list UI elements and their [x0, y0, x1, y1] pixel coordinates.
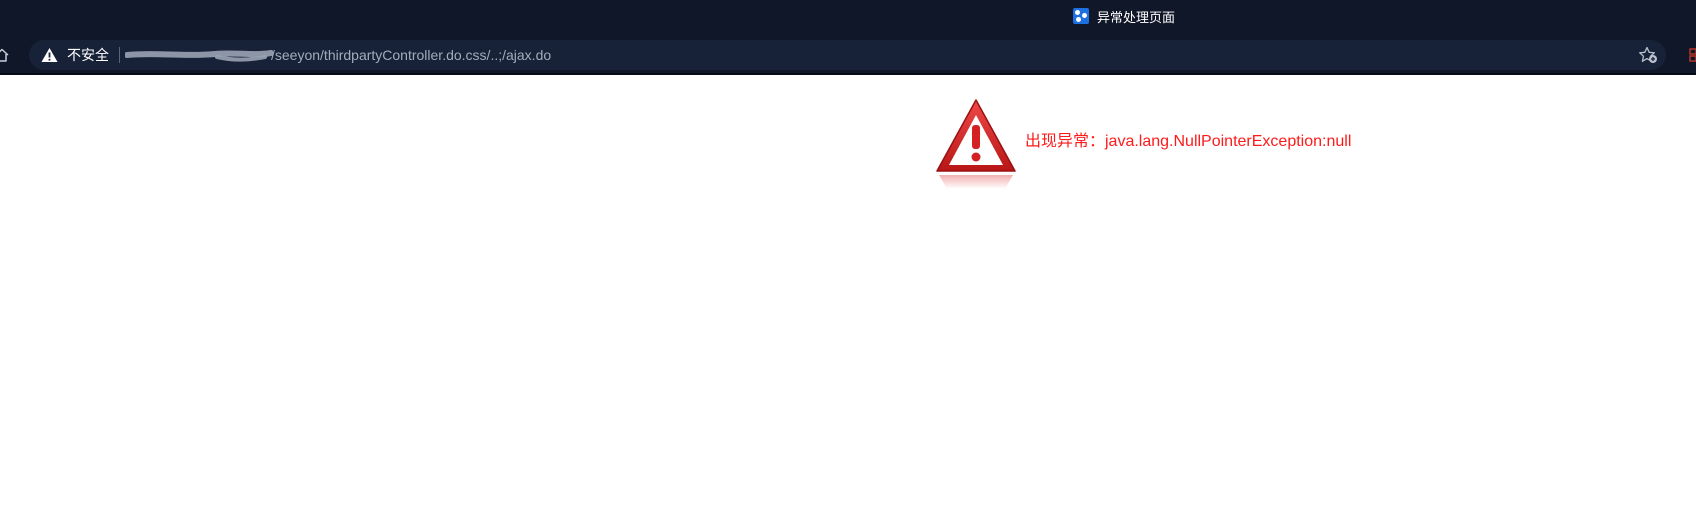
bookmark-star-add-icon[interactable] [1638, 46, 1658, 64]
security-label[interactable]: 不安全 [67, 47, 109, 63]
error-panel: 出现异常：java.lang.NullPointerException:null [935, 97, 1405, 192]
browser-title-bar: 异常处理页面 [0, 0, 1696, 39]
error-warning-triangle-icon [936, 99, 1016, 189]
warning-triangle-icon[interactable] [41, 47, 58, 63]
address-bar[interactable]: 不安全 /seeyon/thirdpartyController.do.css/… [29, 40, 1666, 70]
home-icon[interactable] [0, 47, 10, 63]
app-favicon-icon [1073, 8, 1089, 24]
redacted-host-scribble [125, 50, 273, 62]
url-divider [119, 47, 120, 63]
tab-title: 异常处理页面 [1097, 9, 1176, 25]
browser-toolbar: 不安全 /seeyon/thirdpartyController.do.css/… [0, 39, 1696, 75]
url-path[interactable]: /seeyon/thirdpartyController.do.css/..;/… [271, 47, 551, 63]
error-message: 出现异常：java.lang.NullPointerException:null [1025, 133, 1352, 150]
extensions-icon[interactable] [1688, 47, 1696, 63]
browser-tab[interactable]: 异常处理页面 [1073, 7, 1175, 25]
